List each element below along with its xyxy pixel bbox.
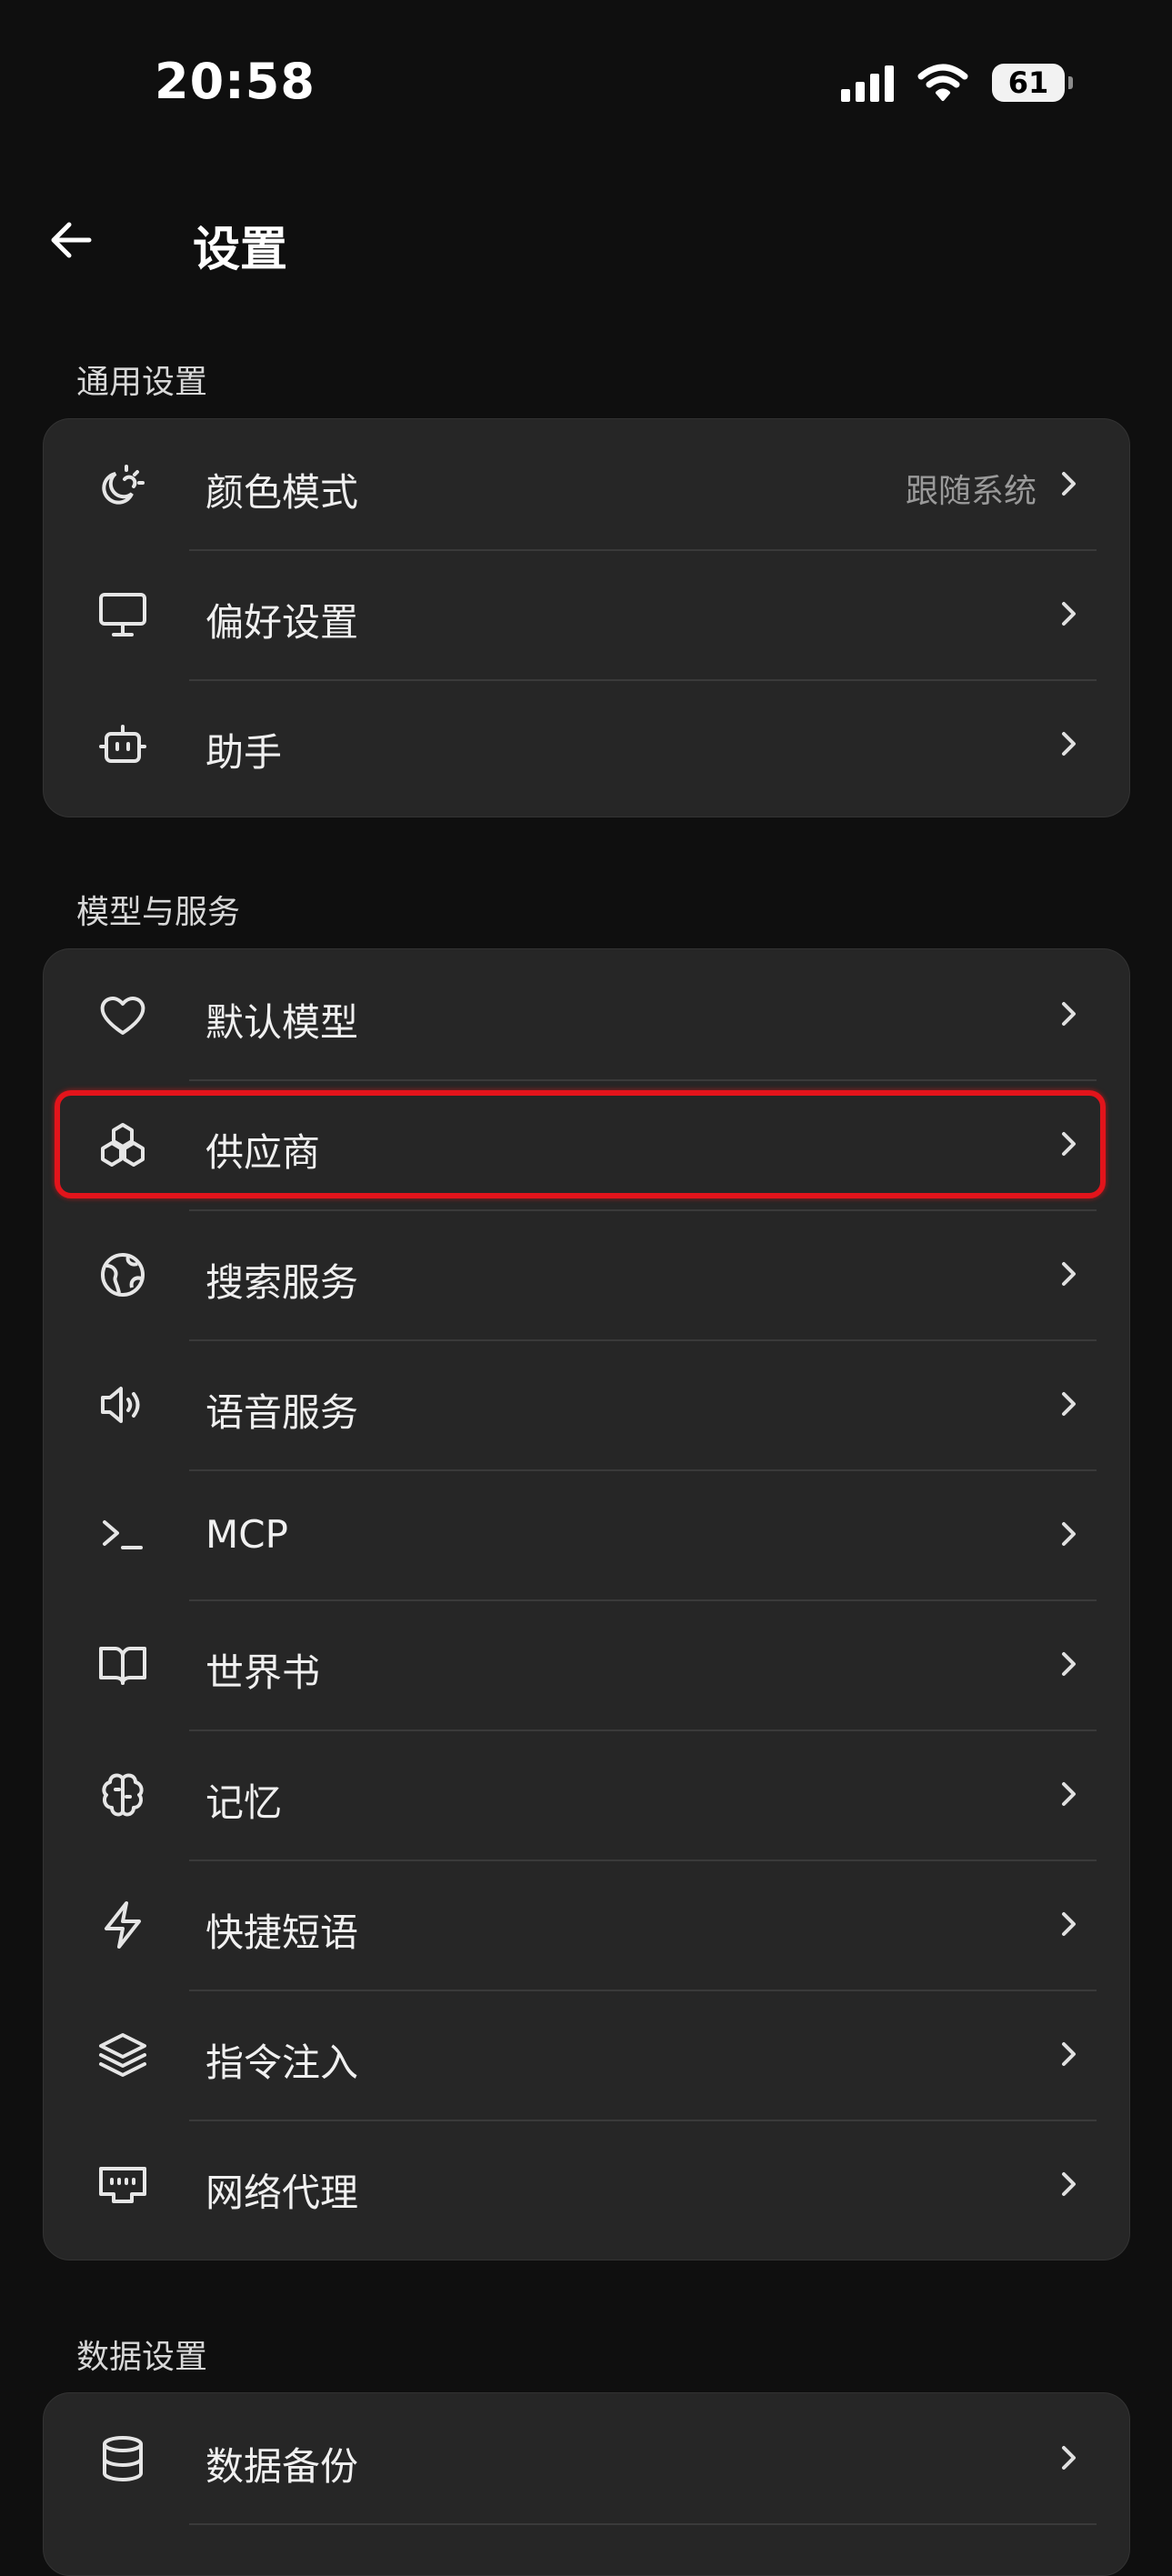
chevron-right-icon [1062, 1782, 1076, 1806]
chevron-right-icon [1062, 2042, 1076, 2066]
settings-item-label: 网络代理 [205, 2170, 359, 2215]
database-icon [96, 2432, 149, 2485]
settings-item-instruction-injection[interactable]: 指令注入 [44, 1990, 1129, 2120]
settings-item-color-mode[interactable]: 颜色模式 跟随系统 [44, 419, 1129, 549]
bot-icon [96, 718, 149, 771]
settings-item-label: 助手 [205, 730, 283, 775]
chevron-right-icon [1062, 1652, 1076, 1676]
monitor-icon [96, 588, 149, 641]
section-label-general: 通用设置 [76, 364, 208, 401]
page-title: 设置 [193, 223, 288, 277]
section-label-data: 数据设置 [76, 2339, 208, 2376]
chevron-right-icon [1062, 1912, 1076, 1936]
settings-item-label: 搜索服务 [205, 1260, 359, 1305]
boxes-icon [96, 1118, 149, 1171]
settings-item-label: 偏好设置 [205, 600, 359, 645]
settings-item-search-service[interactable]: 搜索服务 [44, 1209, 1129, 1339]
settings-item-voice-service[interactable]: 语音服务 [44, 1339, 1129, 1469]
theme-icon [96, 458, 149, 511]
globe-icon [96, 1248, 149, 1301]
settings-item-preferences[interactable]: 偏好设置 [44, 549, 1129, 679]
settings-item-value: 跟随系统 [905, 473, 1037, 510]
status-bar: 20:58 61 [0, 0, 1172, 173]
settings-item-network-proxy[interactable]: 网络代理 [44, 2120, 1129, 2250]
heart-icon [96, 988, 149, 1041]
settings-item-providers[interactable]: 供应商 [44, 1079, 1129, 1209]
settings-item-assistant[interactable]: 助手 [44, 679, 1129, 809]
card-data: 数据备份 [43, 2392, 1130, 2576]
chevron-right-icon [1062, 1262, 1076, 1286]
chevron-right-icon [1062, 2446, 1076, 2470]
settings-item-label: 快捷短语 [205, 1910, 359, 1955]
settings-item-label: 世界书 [205, 1650, 321, 1695]
battery-icon: 61 [992, 64, 1073, 102]
chevron-right-icon [1062, 732, 1076, 756]
zap-icon [96, 1899, 149, 1951]
terminal-icon [96, 1509, 149, 1561]
settings-item-label: 数据备份 [205, 2444, 359, 2489]
chevron-right-icon [1062, 1002, 1076, 1026]
settings-item-next[interactable] [44, 2523, 1129, 2575]
settings-item-label: 默认模型 [205, 1000, 359, 1045]
back-button[interactable] [44, 213, 98, 267]
cellular-signal-icon [841, 64, 894, 102]
settings-item-label: 供应商 [205, 1130, 321, 1175]
battery-level: 61 [1007, 65, 1049, 100]
chevron-right-icon [1062, 602, 1076, 626]
chevron-right-icon [1062, 1522, 1076, 1546]
settings-item-label: 记忆 [205, 1780, 283, 1825]
section-label-models: 模型与服务 [76, 894, 241, 931]
status-indicators: 61 [841, 64, 1073, 102]
brain-icon [96, 1769, 149, 1821]
book-icon [96, 1639, 149, 1691]
wifi-icon [917, 64, 968, 101]
settings-item-memory[interactable]: 记忆 [44, 1729, 1129, 1859]
chevron-right-icon [1062, 1392, 1076, 1416]
settings-item-label: 语音服务 [205, 1390, 359, 1435]
settings-item-label: 指令注入 [205, 2040, 359, 2085]
card-general: 颜色模式 跟随系统 偏好设置 助手 [43, 418, 1130, 817]
chevron-right-icon [1062, 1132, 1076, 1156]
status-time: 20:58 [155, 53, 316, 110]
app-header: 设置 [0, 191, 1172, 291]
settings-item-label: MCP [205, 1512, 288, 1557]
settings-item-mcp[interactable]: MCP [44, 1469, 1129, 1599]
chevron-right-icon [1062, 2172, 1076, 2196]
ethernet-icon [96, 2159, 149, 2211]
layers-icon [96, 2029, 149, 2081]
settings-item-world-book[interactable]: 世界书 [44, 1599, 1129, 1729]
chevron-right-icon [1062, 472, 1076, 496]
arrow-left-icon [51, 222, 92, 258]
settings-item-quick-phrases[interactable]: 快捷短语 [44, 1859, 1129, 1990]
settings-item-data-backup[interactable]: 数据备份 [44, 2393, 1129, 2523]
card-models: 默认模型 供应商 搜索服务 语音服务 MCP 世界书 记忆 快捷短语 指令注入 … [43, 948, 1130, 2260]
speaker-icon [96, 1378, 149, 1431]
settings-item-default-model[interactable]: 默认模型 [44, 949, 1129, 1079]
settings-item-label: 颜色模式 [205, 470, 359, 515]
